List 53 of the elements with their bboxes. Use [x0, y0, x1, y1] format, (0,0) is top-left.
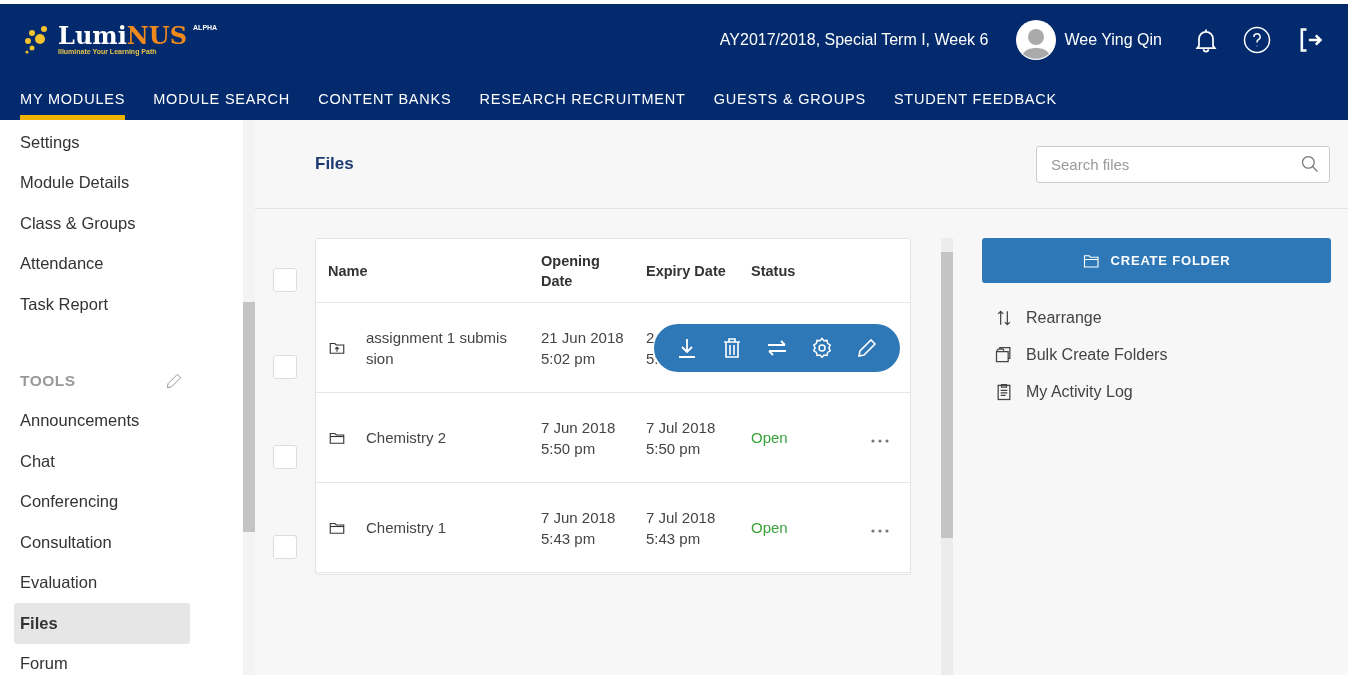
sidebar-item[interactable]: Chat — [14, 441, 190, 482]
sidebar-item[interactable]: Evaluation — [14, 562, 190, 603]
row-checkbox[interactable] — [273, 445, 297, 469]
side-action-link[interactable]: Rearrange — [982, 299, 1331, 336]
nav-tab[interactable]: MY MODULES — [20, 91, 126, 120]
side-action-link[interactable]: My Activity Log — [982, 373, 1331, 410]
nav-tab[interactable]: GUESTS & GROUPS — [713, 91, 866, 120]
table-cell-text: 2 5: — [646, 327, 659, 369]
create-folder-button[interactable]: CREATE FOLDER — [982, 238, 1331, 283]
side-action-link[interactable]: Bulk Create Folders — [982, 336, 1331, 373]
column-header[interactable]: Name — [328, 260, 541, 281]
sidebar-item[interactable]: Class & Groups — [14, 203, 190, 244]
sidebar-item[interactable]: Conferencing — [14, 481, 190, 522]
sidebar-item[interactable]: Module Details — [14, 162, 190, 203]
file-name[interactable]: Chemistry 1 — [366, 517, 447, 538]
row-checkbox[interactable] — [273, 355, 297, 379]
scrollbar[interactable] — [243, 120, 255, 675]
sidebar-item[interactable]: Consultation — [14, 522, 190, 563]
sidebar-item[interactable]: Settings — [14, 122, 190, 163]
nav-tab[interactable]: MODULE SEARCH — [153, 91, 291, 120]
table-cell-text: 21 Jun 2018 5:02 pm — [541, 327, 624, 369]
column-header[interactable]: Expiry Date — [646, 260, 751, 281]
table-cell-text: 7 Jun 2018 5:50 pm — [541, 417, 616, 459]
logo-text: LumiNUS — [58, 24, 188, 49]
file-name[interactable]: assignment 1 submis sion — [366, 326, 521, 369]
table-cell-text: 7 Jul 2018 5:43 pm — [646, 507, 716, 549]
tools-heading: TOOLS — [20, 371, 76, 390]
select-all-checkbox[interactable] — [273, 268, 297, 292]
user-name[interactable]: Wee Ying Qin — [1064, 30, 1162, 49]
table-cell-text: 7 Jun 2018 5:43 pm — [541, 507, 616, 549]
sidebar-item[interactable]: Files — [14, 603, 190, 644]
sidebar-item[interactable]: Attendance — [14, 243, 190, 284]
nav-tab[interactable]: RESEARCH RECRUITMENT — [479, 91, 686, 120]
table-cell-text: 7 Jul 2018 5:50 pm — [646, 417, 716, 459]
page-title: Files — [315, 154, 355, 174]
scrollbar[interactable] — [941, 238, 953, 675]
status-text: Open — [751, 519, 788, 536]
sidebar-item[interactable]: Forum — [14, 643, 190, 675]
file-name[interactable]: Chemistry 2 — [366, 427, 447, 448]
nav-tab[interactable]: STUDENT FEEDBACK — [893, 91, 1058, 120]
search-icon — [1300, 153, 1320, 174]
column-header[interactable]: Status — [751, 260, 910, 281]
sidebar-item[interactable]: Announcements — [14, 400, 190, 441]
term-label: AY2017/2018, Special Term I, Week 6 — [719, 30, 989, 49]
search-field[interactable]: Search files — [1036, 145, 1330, 183]
sidebar-item[interactable]: Task Report — [14, 284, 190, 325]
nav-tab[interactable]: CONTENT BANKS — [318, 91, 452, 120]
row-checkbox[interactable] — [273, 535, 297, 559]
status-text: Open — [751, 429, 788, 446]
help-icon[interactable] — [1242, 24, 1272, 55]
column-header[interactable]: Opening Date — [541, 250, 611, 291]
avatar-icon — [1016, 19, 1057, 60]
folder-icon — [1082, 252, 1101, 269]
